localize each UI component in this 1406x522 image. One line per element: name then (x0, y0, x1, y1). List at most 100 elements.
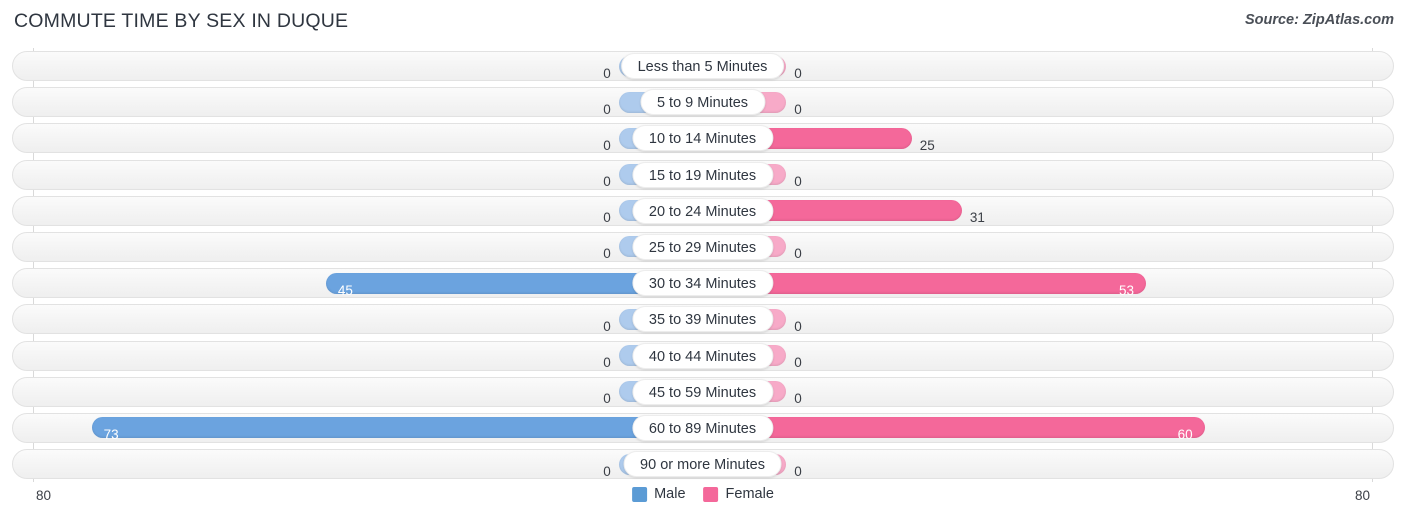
male-half: 0 (33, 345, 703, 370)
chart-footer: 80 80 Male Female (0, 482, 1406, 522)
legend-item-male[interactable]: Male (632, 486, 686, 502)
row-bars: 45 53 30 to 34 Minutes (33, 265, 1372, 301)
male-half: 0 (33, 453, 703, 479)
bar-row: 0 0 25 to 29 Minutes (0, 229, 1406, 265)
male-half: 0 (33, 55, 703, 81)
bar-row: 0 0 40 to 44 Minutes (0, 338, 1406, 374)
bar-row: 0 0 90 or more Minutes (0, 446, 1406, 482)
row-bars: 73 60 60 to 89 Minutes (33, 410, 1372, 446)
bar-row: 73 60 60 to 89 Minutes (0, 410, 1406, 446)
female-value-label: 25 (919, 137, 935, 153)
bar-row: 0 0 15 to 19 Minutes (0, 157, 1406, 193)
bar-rows: 0 0 Less than 5 Minutes 0 0 5 to 9 Minutes 0 25… (0, 48, 1406, 482)
row-bars: 0 0 45 to 59 Minutes (33, 374, 1372, 410)
female-half: 0 (702, 55, 1373, 81)
row-bars: 0 0 15 to 19 Minutes (33, 157, 1372, 193)
male-half: 0 (33, 308, 703, 334)
female-half: 31 (702, 200, 1373, 225)
female-half: 0 (702, 91, 1373, 117)
male-value-label: 73 (103, 427, 119, 443)
legend-swatch-female-icon (703, 486, 719, 502)
male-half: 0 (33, 127, 703, 153)
male-value-label: 0 (603, 174, 611, 190)
category-label: Less than 5 Minutes (620, 53, 785, 79)
bar-row: 0 31 20 to 24 Minutes (0, 193, 1406, 229)
legend-label-female: Female (725, 486, 774, 502)
female-value-label: 0 (794, 318, 802, 334)
female-value-label: 31 (969, 210, 985, 226)
source-attribution: Source: ZipAtlas.com (1244, 12, 1394, 28)
female-value-label: 0 (794, 355, 802, 370)
category-label: 60 to 89 Minutes (631, 414, 774, 441)
category-label: 20 to 24 Minutes (631, 197, 774, 224)
axis-tick-right: 80 (1354, 488, 1370, 503)
chart-container: COMMUTE TIME BY SEX IN DUQUE Source: Zip… (0, 0, 1406, 522)
page-title: COMMUTE TIME BY SEX IN DUQUE (14, 10, 349, 32)
male-half: 73 (33, 417, 703, 442)
bar-row: 0 0 45 to 59 Minutes (0, 374, 1406, 410)
row-bars: 0 0 90 or more Minutes (33, 446, 1372, 482)
female-half: 0 (702, 345, 1373, 370)
female-half: 25 (702, 127, 1373, 153)
male-value-label: 0 (603, 137, 611, 153)
row-bars: 0 0 40 to 44 Minutes (33, 338, 1372, 374)
legend: Male Female (632, 486, 774, 502)
chart-header: COMMUTE TIME BY SEX IN DUQUE Source: Zip… (0, 0, 1406, 46)
category-label: 15 to 19 Minutes (631, 161, 774, 188)
row-bars: 0 31 20 to 24 Minutes (33, 193, 1372, 229)
row-bars: 0 0 35 to 39 Minutes (33, 301, 1372, 337)
legend-label-male: Male (654, 486, 686, 502)
male-half: 0 (33, 381, 703, 406)
male-value-label: 0 (603, 318, 611, 334)
female-value-label: 60 (1177, 427, 1193, 443)
female-value-label: 0 (794, 174, 802, 190)
bar-row: 45 53 30 to 34 Minutes (0, 265, 1406, 301)
female-value-label: 0 (794, 65, 802, 81)
female-half: 0 (702, 381, 1373, 406)
male-value-label: 0 (603, 210, 611, 226)
male-half: 0 (33, 91, 703, 117)
female-value-label: 0 (794, 391, 802, 407)
male-value-label: 0 (603, 101, 611, 117)
female-half: 0 (702, 164, 1373, 189)
male-value-label: 0 (603, 246, 611, 262)
male-half: 45 (33, 272, 703, 298)
category-label: 5 to 9 Minutes (639, 89, 766, 116)
female-bar[interactable] (702, 417, 1205, 439)
bar-row: 0 0 35 to 39 Minutes (0, 301, 1406, 337)
male-value-label: 0 (603, 355, 611, 370)
male-half: 0 (33, 236, 703, 261)
category-label: 30 to 34 Minutes (631, 270, 774, 297)
female-value-label: 53 (1119, 282, 1135, 298)
bar-row: 0 25 10 to 14 Minutes (0, 120, 1406, 156)
male-value-label: 0 (603, 391, 611, 407)
row-bars: 0 0 25 to 29 Minutes (33, 229, 1372, 265)
bar-row: 0 0 Less than 5 Minutes (0, 48, 1406, 84)
category-label: 90 or more Minutes (623, 451, 782, 478)
female-half: 0 (702, 453, 1373, 479)
male-value-label: 45 (337, 282, 353, 298)
row-bars: 0 0 Less than 5 Minutes (33, 48, 1372, 84)
male-value-label: 0 (603, 65, 611, 81)
legend-swatch-male-icon (632, 486, 648, 502)
male-half: 0 (33, 200, 703, 225)
female-value-label: 0 (794, 246, 802, 262)
female-half: 60 (702, 417, 1373, 442)
row-bars: 0 0 5 to 9 Minutes (33, 84, 1372, 120)
row-bars: 0 25 10 to 14 Minutes (33, 120, 1372, 156)
male-value-label: 0 (603, 463, 611, 479)
category-label: 40 to 44 Minutes (631, 342, 774, 369)
female-value-label: 0 (794, 101, 802, 117)
female-value-label: 0 (794, 463, 802, 479)
bar-row: 0 0 5 to 9 Minutes (0, 84, 1406, 120)
legend-item-female[interactable]: Female (703, 486, 774, 502)
category-label: 45 to 59 Minutes (631, 378, 774, 405)
male-bar[interactable] (91, 417, 703, 439)
female-half: 0 (702, 308, 1373, 334)
female-half: 53 (702, 272, 1373, 298)
axis-tick-left: 80 (36, 488, 52, 503)
category-label: 25 to 29 Minutes (631, 233, 774, 260)
female-half: 0 (702, 236, 1373, 261)
plot-area: 0 0 Less than 5 Minutes 0 0 5 to 9 Minutes 0 25… (0, 48, 1406, 482)
category-label: 35 to 39 Minutes (631, 306, 774, 333)
